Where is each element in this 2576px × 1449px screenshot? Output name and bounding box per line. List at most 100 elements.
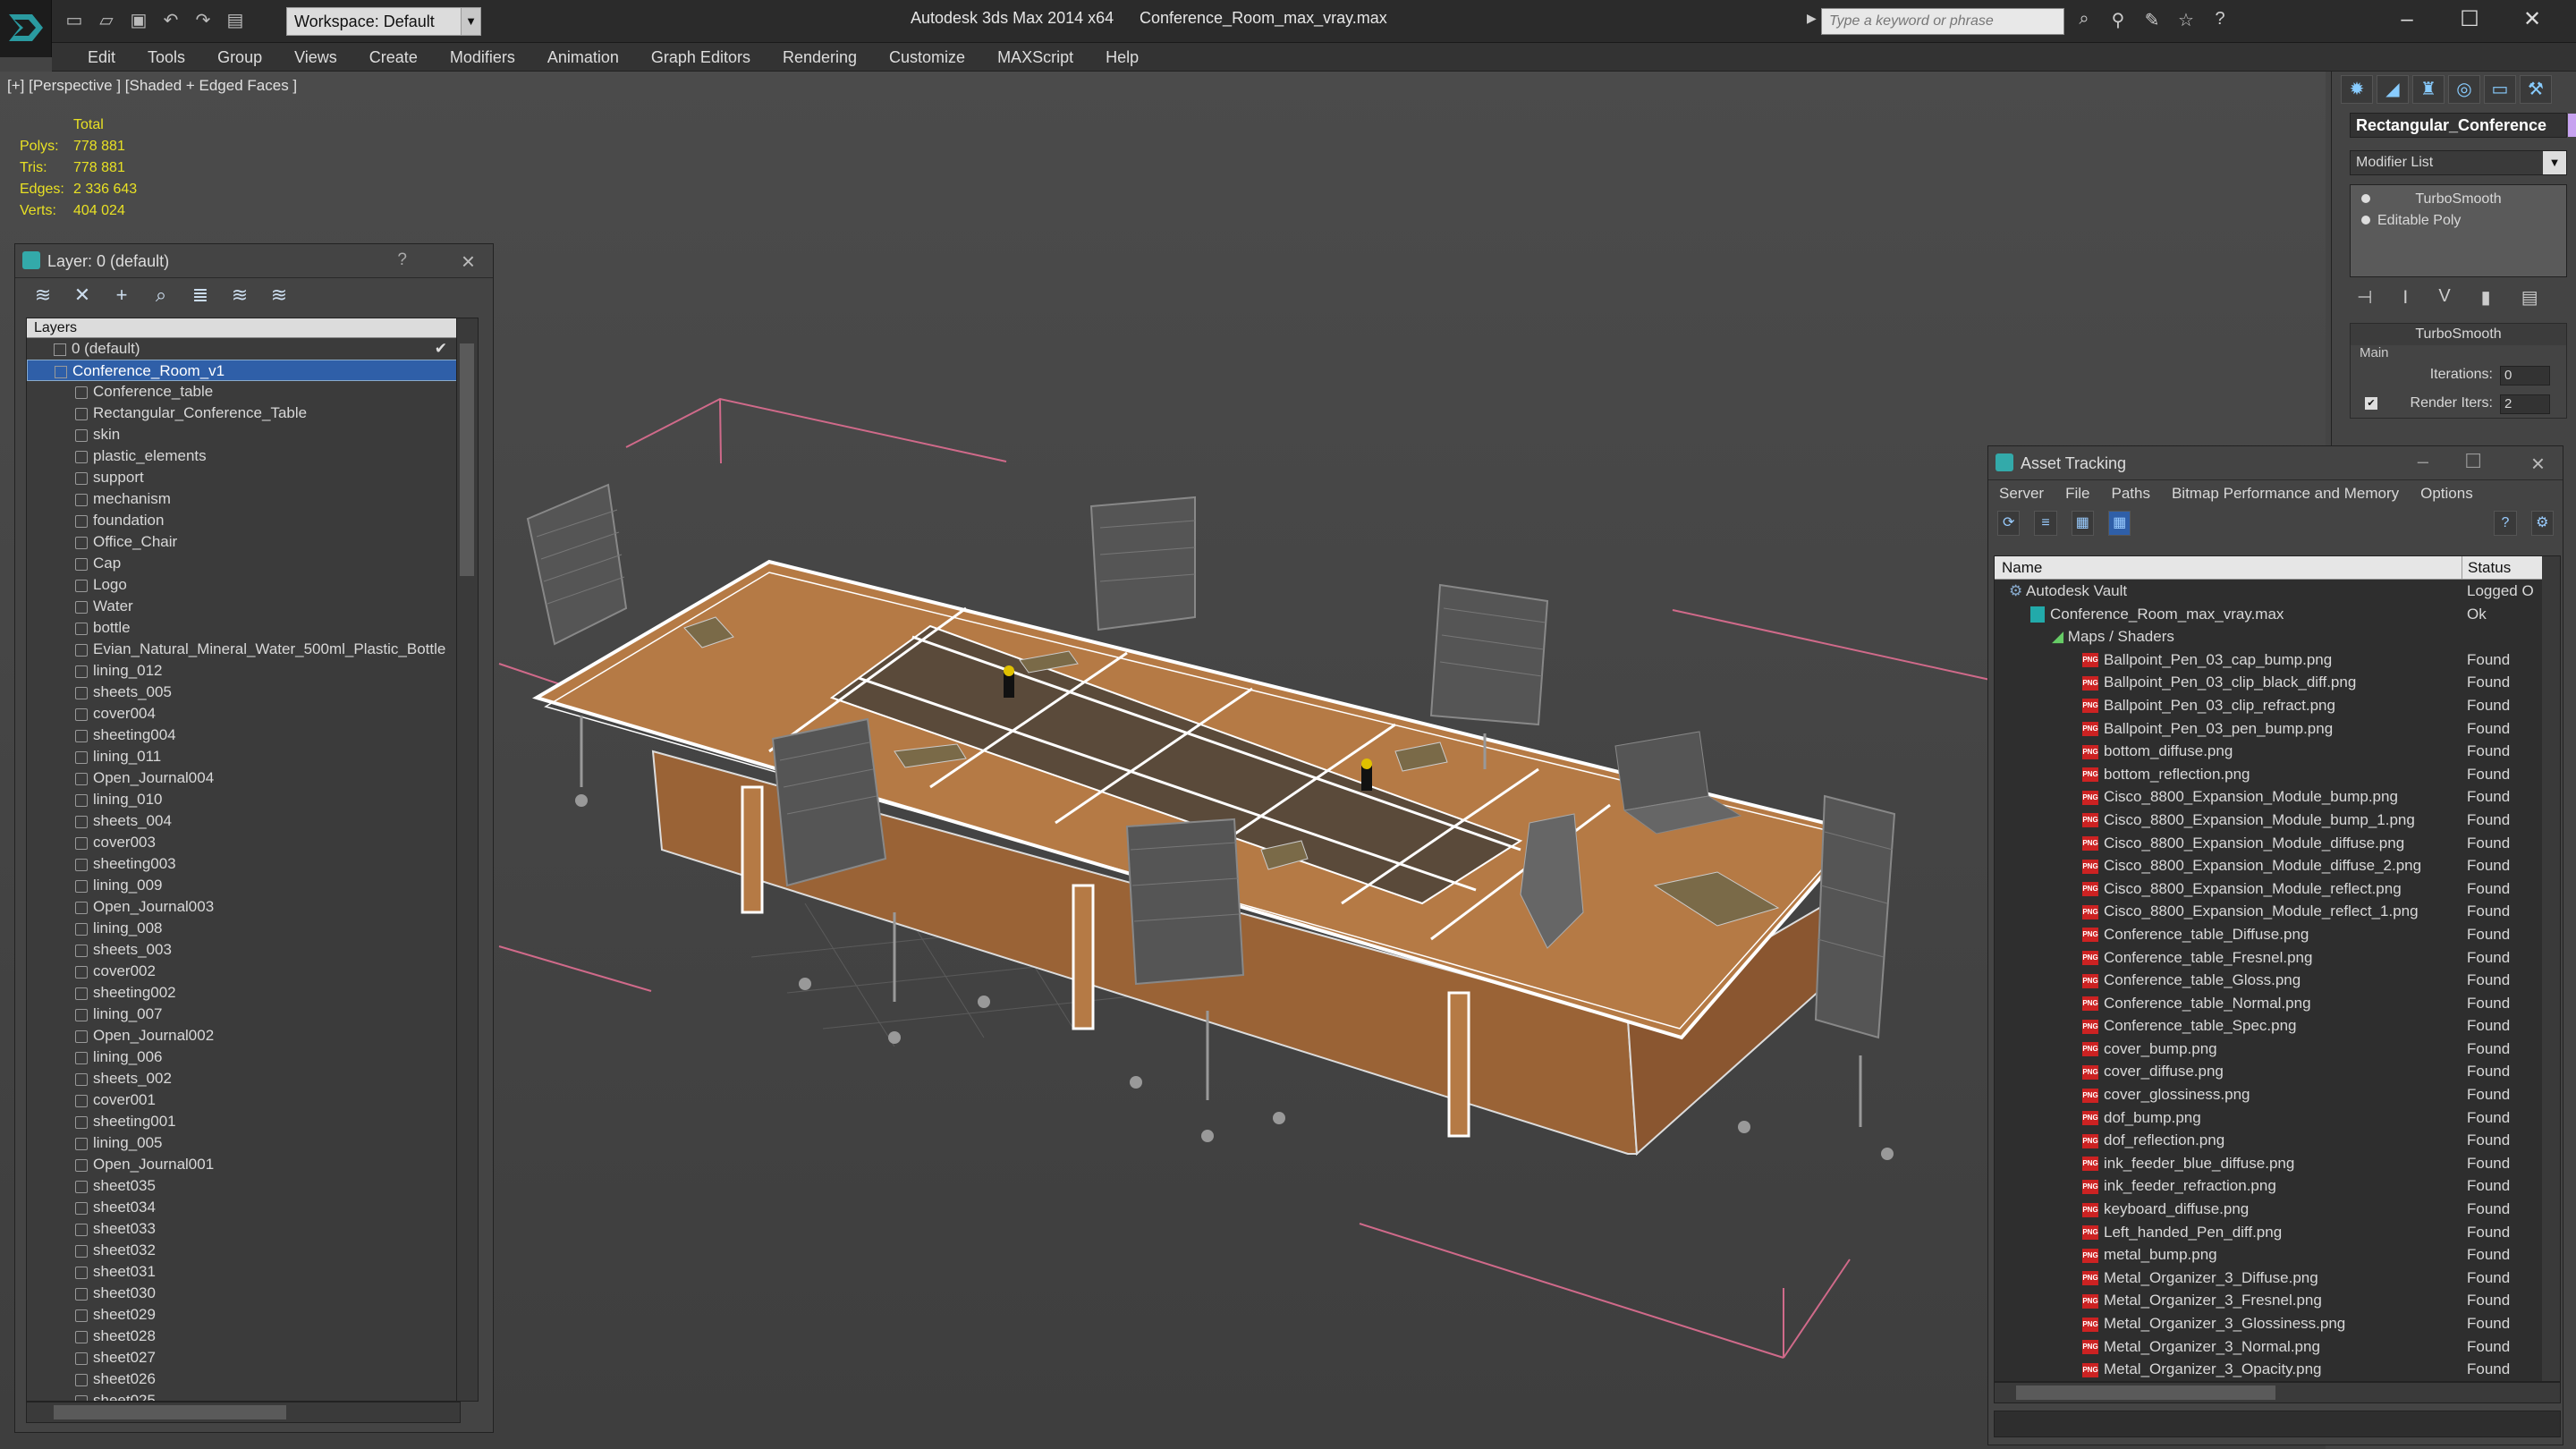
asset-map-row[interactable]: PNG ink_feeder_refraction.png Found: [1995, 1174, 2560, 1198]
asset-map-row[interactable]: PNG bottom_diffuse.png Found: [1995, 740, 2560, 763]
menu-views[interactable]: Views: [278, 43, 353, 71]
layer-object-row[interactable]: Open_Journal003: [27, 896, 478, 918]
asset-map-row[interactable]: PNG Conference_table_Spec.png Found: [1995, 1014, 2560, 1038]
asset-map-row[interactable]: PNG cover_bump.png Found: [1995, 1038, 2560, 1061]
layer-object-row[interactable]: Open_Journal004: [27, 767, 478, 789]
layer-row-selected[interactable]: Conference_Room_v1: [27, 360, 478, 381]
asset-vertical-scrollbar[interactable]: [2542, 556, 2560, 1381]
select-layer-icon[interactable]: ≣: [187, 283, 214, 308]
layer-object-row[interactable]: sheet027: [27, 1347, 478, 1368]
layer-object-row[interactable]: lining_007: [27, 1004, 478, 1025]
layer-object-row[interactable]: sheeting003: [27, 853, 478, 875]
layer-object-row[interactable]: lining_006: [27, 1046, 478, 1068]
configure-sets-icon[interactable]: ▤: [2521, 286, 2538, 309]
object-color-swatch[interactable]: [2568, 114, 2576, 137]
asset-map-row[interactable]: PNG Metal_Organizer_3_Diffuse.png Found: [1995, 1267, 2560, 1290]
hide-all-layers-icon[interactable]: ≋: [266, 283, 292, 308]
grid-view-icon[interactable]: ▦: [2107, 511, 2131, 536]
close-icon[interactable]: ×: [462, 248, 475, 275]
asset-map-row[interactable]: PNG keyboard_diffuse.png Found: [1995, 1198, 2560, 1221]
pin-stack-icon[interactable]: ⊣: [2357, 286, 2372, 309]
layer-object-row[interactable]: Open_Journal001: [27, 1154, 478, 1175]
asset-map-row[interactable]: PNG Cisco_8800_Expansion_Module_bump.png F…: [1995, 785, 2560, 809]
menu-options[interactable]: Options: [2420, 480, 2473, 507]
asset-map-row[interactable]: PNG Ballpoint_Pen_03_clip_black_diff.png F…: [1995, 671, 2560, 694]
layer-object-row[interactable]: sheets_004: [27, 810, 478, 832]
close-icon[interactable]: ✕: [2501, 4, 2563, 36]
set-current-layer-icon[interactable]: ≋: [226, 283, 253, 308]
layer-object-row[interactable]: sheets_002: [27, 1068, 478, 1089]
layer-row-default[interactable]: 0 (default) ✔: [27, 338, 478, 360]
menu-paths[interactable]: Paths: [2111, 480, 2149, 507]
workspace-dropdown[interactable]: Workspace: Default ▼: [286, 7, 481, 36]
layer-object-row[interactable]: sheets_005: [27, 682, 478, 703]
layer-object-row[interactable]: lining_008: [27, 918, 478, 939]
asset-map-row[interactable]: PNG ink_feeder_blue_diffuse.png Found: [1995, 1152, 2560, 1175]
layer-object-row[interactable]: lining_009: [27, 875, 478, 896]
asset-map-row[interactable]: PNG Cisco_8800_Expansion_Module_diffuse.p…: [1995, 832, 2560, 855]
layer-object-row[interactable]: skin: [27, 424, 478, 445]
settings-icon[interactable]: ⚙: [2530, 511, 2554, 536]
layer-object-row[interactable]: sheet031: [27, 1261, 478, 1283]
layer-object-row[interactable]: cover003: [27, 832, 478, 853]
display-tab-icon[interactable]: ▭: [2484, 75, 2516, 104]
binoculars-icon[interactable]: ⌕: [2073, 9, 2095, 32]
layers-column-header[interactable]: Layers: [27, 318, 478, 338]
minimize-icon[interactable]: –: [2376, 4, 2438, 36]
asset-map-row[interactable]: PNG Cisco_8800_Expansion_Module_reflect_1…: [1995, 900, 2560, 923]
render-iters-checkbox[interactable]: ✔: [2365, 396, 2377, 410]
modifier-stack-item[interactable]: Editable Poly: [2354, 210, 2563, 232]
asset-map-row[interactable]: PNG Metal_Organizer_3_Fresnel.png Found: [1995, 1289, 2560, 1312]
asset-horizontal-scrollbar[interactable]: [1994, 1382, 2561, 1403]
minimize-icon[interactable]: –: [2418, 450, 2428, 473]
asset-map-row[interactable]: PNG Conference_table_Normal.png Found: [1995, 992, 2560, 1015]
scroll-thumb[interactable]: [460, 343, 474, 576]
layer-object-row[interactable]: Cap: [27, 553, 478, 574]
asset-map-row[interactable]: PNG Ballpoint_Pen_03_pen_bump.png Found: [1995, 717, 2560, 741]
layer-object-row[interactable]: sheet032: [27, 1240, 478, 1261]
layer-object-row[interactable]: sheet025: [27, 1390, 478, 1401]
iterations-spinner[interactable]: 0: [2500, 366, 2550, 386]
help-icon[interactable]: ?: [2494, 511, 2517, 536]
modifier-list-dropdown[interactable]: Modifier List ▼: [2350, 150, 2567, 175]
open-file-icon[interactable]: ▱: [95, 10, 118, 31]
subscription-icon[interactable]: ⚲: [2107, 9, 2129, 32]
modify-tab-icon[interactable]: ◢: [2377, 75, 2409, 104]
asset-map-row[interactable]: PNG cover_diffuse.png Found: [1995, 1060, 2560, 1083]
menu-maxscript[interactable]: MAXScript: [981, 43, 1089, 71]
layer-object-row[interactable]: sheeting002: [27, 982, 478, 1004]
layer-object-row[interactable]: sheet033: [27, 1218, 478, 1240]
folder-row[interactable]: ◢ Maps / Shaders: [1995, 625, 2560, 648]
add-to-layer-icon[interactable]: +: [108, 283, 135, 308]
menu-server[interactable]: Server: [1999, 480, 2044, 507]
menu-customize[interactable]: Customize: [873, 43, 981, 71]
layer-object-row[interactable]: sheet035: [27, 1175, 478, 1197]
table-view-icon[interactable]: ▦: [2071, 511, 2094, 536]
remove-modifier-icon[interactable]: ▮: [2481, 286, 2491, 309]
layer-object-row[interactable]: lining_012: [27, 660, 478, 682]
rollout-header[interactable]: TurboSmooth: [2351, 324, 2566, 345]
maximize-icon[interactable]: ☐: [2464, 450, 2482, 473]
layer-object-row[interactable]: Water: [27, 596, 478, 617]
asset-map-row[interactable]: PNG Conference_table_Fresnel.png Found: [1995, 946, 2560, 970]
layer-object-row[interactable]: sheets_003: [27, 939, 478, 961]
layer-object-row[interactable]: Open_Journal002: [27, 1025, 478, 1046]
menu-create[interactable]: Create: [353, 43, 434, 71]
viewport-label[interactable]: [+] [Perspective ] [Shaded + Edged Faces…: [7, 77, 297, 95]
layer-vertical-scrollbar[interactable]: [456, 318, 478, 1401]
menu-graph-editors[interactable]: Graph Editors: [635, 43, 767, 71]
refresh-icon[interactable]: ⟳: [1997, 511, 2021, 536]
asset-tracking-titlebar[interactable]: Asset Tracking – ☐ ×: [1988, 446, 2563, 480]
layer-object-row[interactable]: sheet026: [27, 1368, 478, 1390]
layer-object-row[interactable]: Conference_table: [27, 381, 478, 402]
layer-object-row[interactable]: bottle: [27, 617, 478, 639]
menu-rendering[interactable]: Rendering: [767, 43, 873, 71]
scroll-thumb[interactable]: [2016, 1385, 2275, 1400]
column-header-name[interactable]: Name: [2002, 556, 2042, 580]
layer-object-row[interactable]: lining_005: [27, 1132, 478, 1154]
favorites-star-icon[interactable]: ☆: [2175, 9, 2197, 32]
layer-object-row[interactable]: sheeting004: [27, 724, 478, 746]
asset-map-row[interactable]: PNG dof_bump.png Found: [1995, 1106, 2560, 1130]
asset-map-row[interactable]: PNG Cisco_8800_Expansion_Module_diffuse_2…: [1995, 854, 2560, 877]
layer-object-row[interactable]: sheeting001: [27, 1111, 478, 1132]
